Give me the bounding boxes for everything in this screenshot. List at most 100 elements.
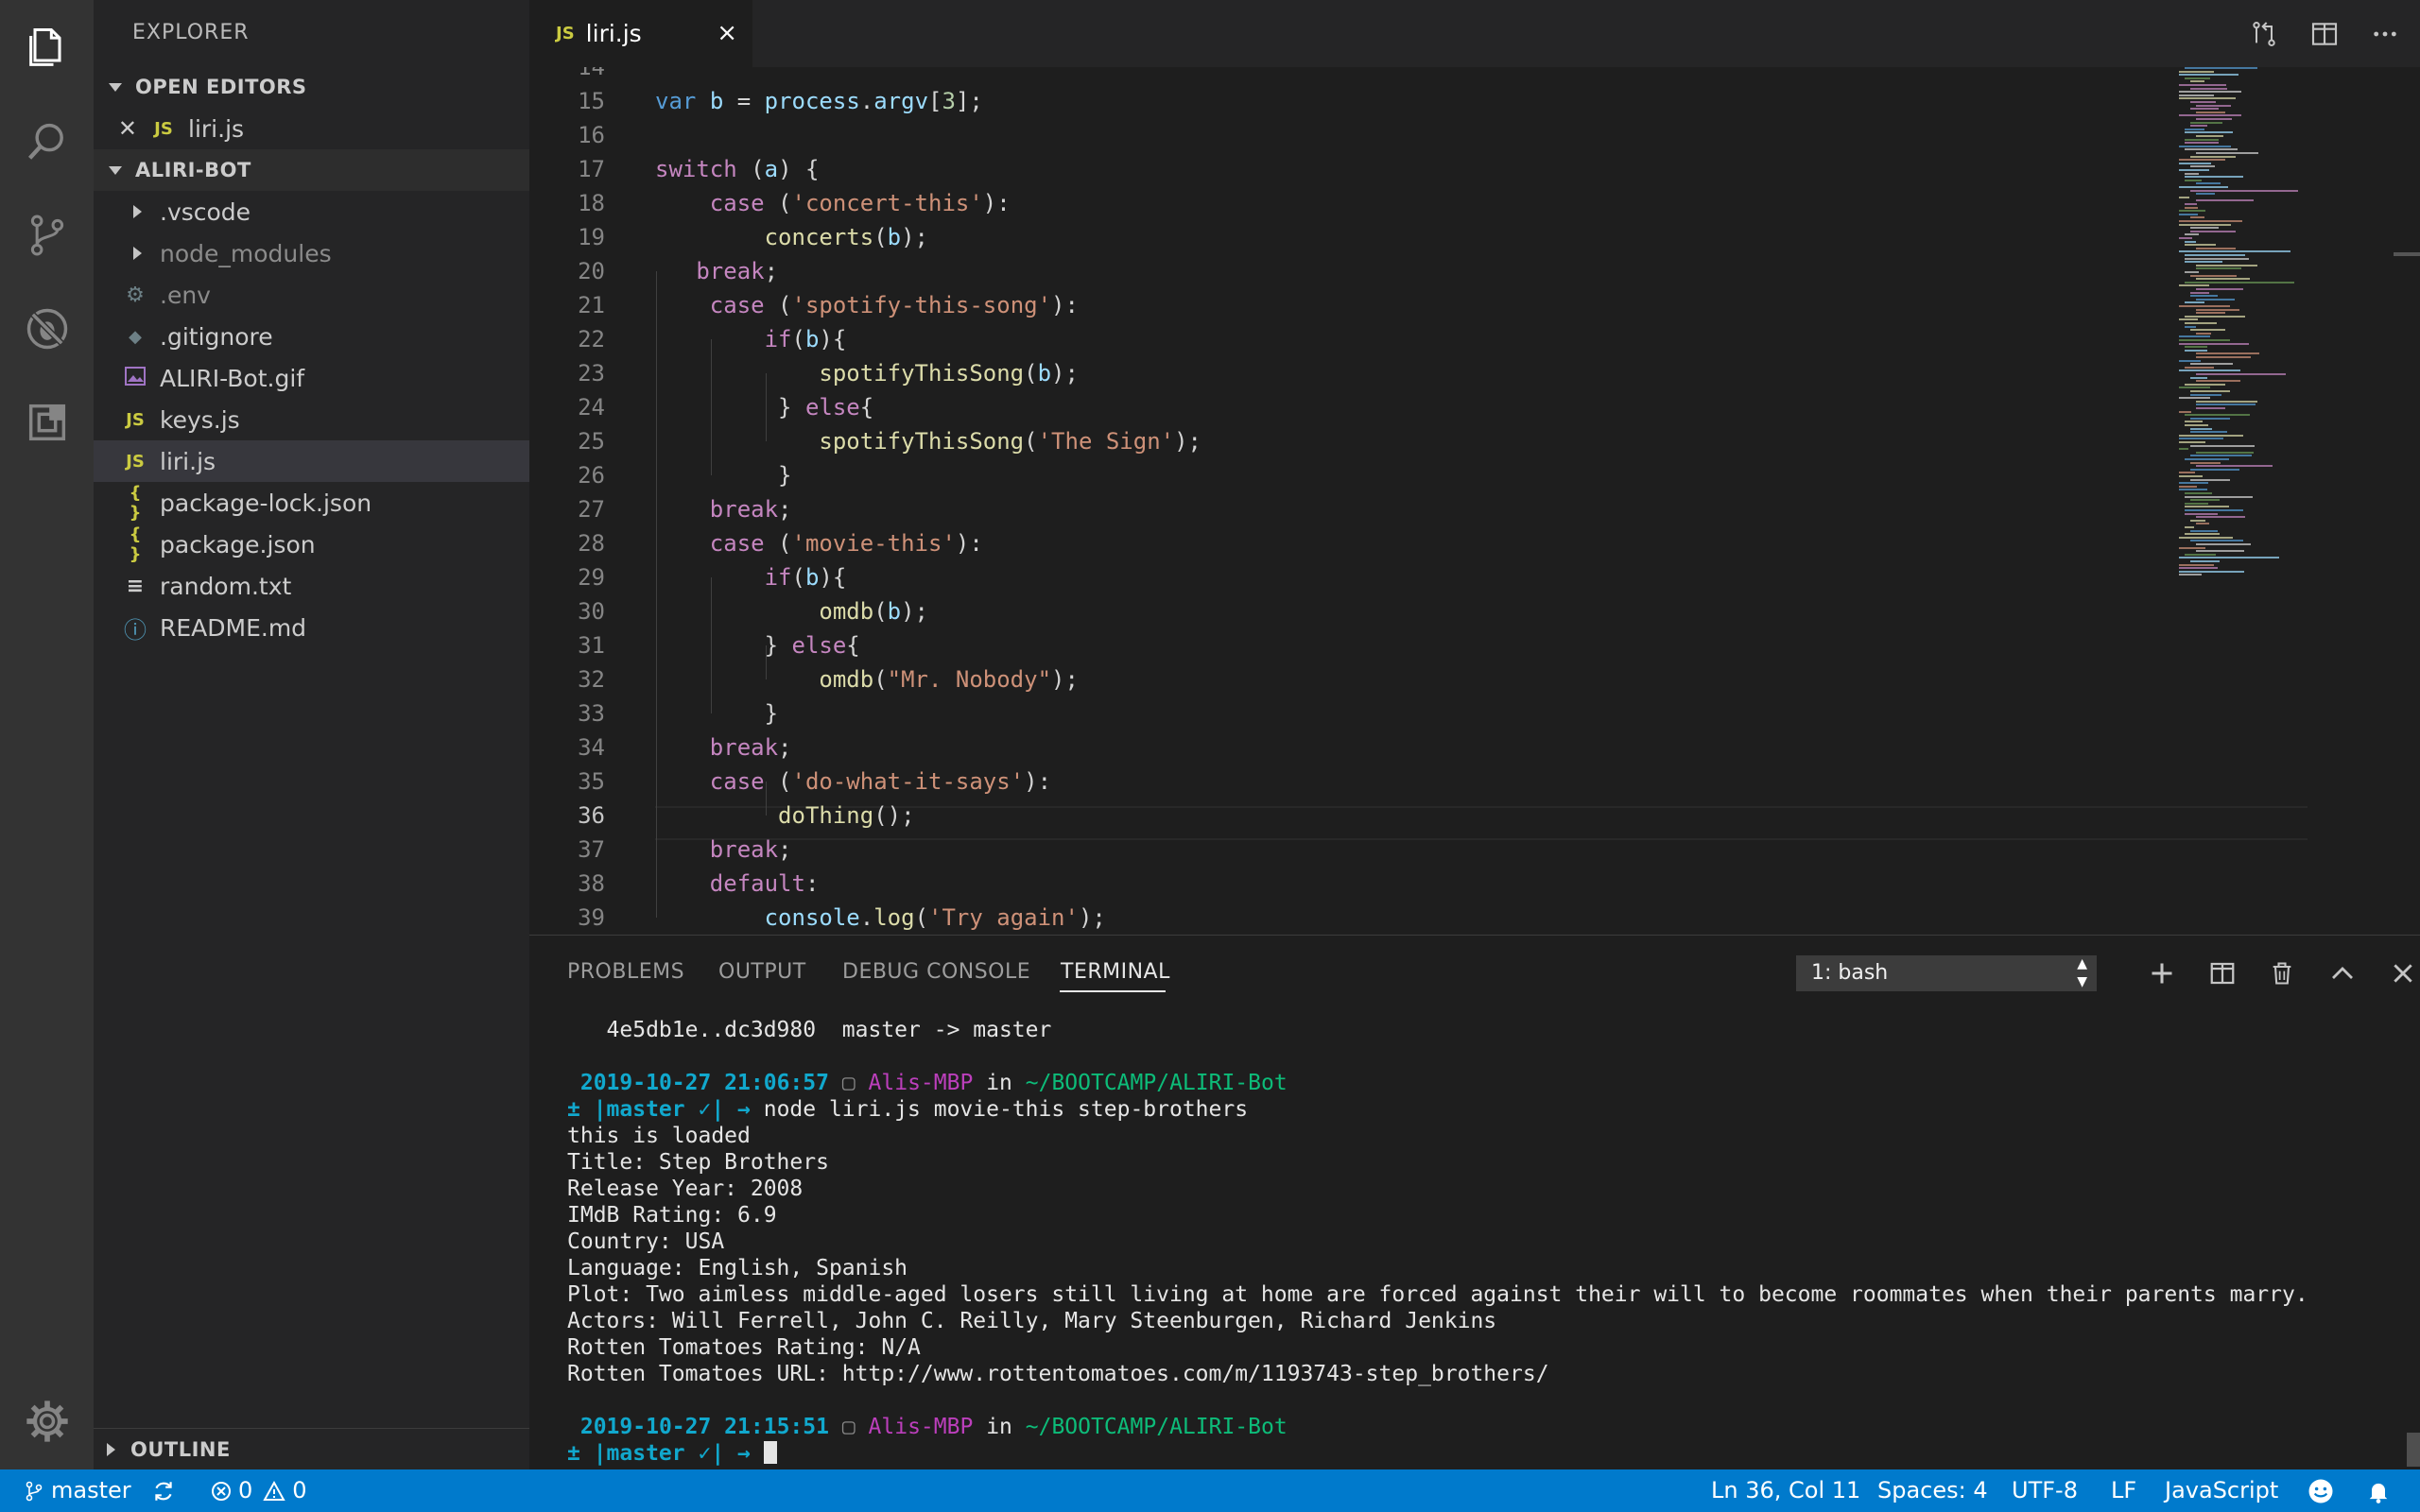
minimap-line xyxy=(2179,169,2209,171)
tree-file-keys-js[interactable]: JS keys.js xyxy=(94,399,529,440)
language-mode[interactable]: JavaScript xyxy=(2165,1469,2278,1512)
code-editor[interactable]: 14 15 16 17 18 19 20 21 22 23 24 25 26 2… xyxy=(529,67,2420,935)
search-icon[interactable] xyxy=(18,112,77,171)
line-number: 23 xyxy=(578,360,605,387)
tree-folder-vscode[interactable]: .vscode xyxy=(94,191,529,232)
minimap-line xyxy=(2179,434,2244,437)
problems-status[interactable]: 0 0 xyxy=(210,1469,307,1512)
line-number: 18 xyxy=(578,190,605,216)
terminal-output: Rotten Tomatoes Rating: N/A xyxy=(567,1335,921,1360)
minimap-line xyxy=(2190,468,2240,471)
terminal-select[interactable]: 1: bash ▲ ▼ xyxy=(1796,955,2097,991)
trash-icon[interactable] xyxy=(2261,953,2303,994)
code-line: } xyxy=(655,700,779,727)
source-control-icon[interactable] xyxy=(18,206,77,265)
tab-liri-js[interactable]: JS liri.js × xyxy=(529,0,752,67)
minimap-line xyxy=(2179,570,2244,573)
tree-item-label: ALIRI-Bot.gif xyxy=(160,364,305,392)
tree-file-env[interactable]: ⚙ .env xyxy=(94,274,529,316)
tree-file-gif[interactable]: ALIRI-Bot.gif xyxy=(94,357,529,399)
notifications-bell-icon[interactable] xyxy=(2365,1469,2392,1512)
minimap-line xyxy=(2196,516,2245,519)
terminal-output: Plot: Two aimless middle-aged losers sti… xyxy=(567,1282,2308,1307)
tab-label: liri.js xyxy=(585,20,642,47)
minimap-line xyxy=(2190,216,2205,219)
eol-status[interactable]: LF xyxy=(2111,1469,2136,1512)
terminal-output: Actors: Will Ferrell, John C. Reilly, Ma… xyxy=(567,1309,1497,1333)
minimap[interactable] xyxy=(2179,67,2359,596)
terminal-output: IMdB Rating: 6.9 xyxy=(567,1203,777,1228)
outline-header[interactable]: OUTLINE xyxy=(94,1428,529,1469)
open-editor-item[interactable]: ✕ JS liri.js xyxy=(94,108,529,149)
git-diamond-icon: ◆ xyxy=(129,326,142,347)
open-editors-header[interactable]: OPEN EDITORS xyxy=(94,66,529,108)
scroll-indicator[interactable] xyxy=(2394,252,2420,256)
minimap-line xyxy=(2190,227,2220,230)
terminal-input-line[interactable]: ± |master ✓| → xyxy=(567,1440,777,1467)
project-header[interactable]: ALIRI-BOT xyxy=(94,149,529,191)
maximize-panel-icon[interactable] xyxy=(2322,953,2363,994)
cursor-position[interactable]: Ln 36, Col 11 xyxy=(1711,1469,1860,1512)
sync-icon[interactable] xyxy=(151,1469,176,1512)
tree-folder-node-modules[interactable]: node_modules xyxy=(94,232,529,274)
minimap-line xyxy=(2196,380,2240,383)
minimap-line xyxy=(2185,172,2200,175)
minimap-line xyxy=(2196,523,2209,525)
close-tab-icon[interactable]: × xyxy=(717,19,737,47)
debug-icon[interactable] xyxy=(18,300,77,358)
minimap-line xyxy=(2190,291,2210,294)
more-actions-icon[interactable] xyxy=(2366,15,2404,53)
code-line: spotifyThisSong('The Sign'); xyxy=(819,428,1201,455)
gear-icon[interactable] xyxy=(18,1392,77,1451)
minimap-line xyxy=(2185,203,2198,205)
close-panel-icon[interactable] xyxy=(2382,953,2420,994)
tree-item-label: .vscode xyxy=(160,198,251,226)
split-editor-icon[interactable] xyxy=(2306,15,2343,53)
tree-file-readme[interactable]: ⓘ README.md xyxy=(94,607,529,648)
terminal-command-line: ± |master ✓| → node liri.js movie-this s… xyxy=(567,1096,1248,1123)
js-file-icon: JS xyxy=(556,24,575,43)
minimap-line xyxy=(2196,118,2233,120)
minimap-line xyxy=(2196,288,2243,290)
indentation-status[interactable]: Spaces: 4 xyxy=(1877,1469,1988,1512)
minimap-line xyxy=(2179,305,2231,307)
minimap-line xyxy=(2185,254,2246,256)
new-terminal-icon[interactable] xyxy=(2141,953,2183,994)
split-terminal-icon[interactable] xyxy=(2202,953,2243,994)
tab-output[interactable]: OUTPUT xyxy=(718,960,806,984)
open-changes-icon[interactable] xyxy=(2245,15,2283,53)
extensions-icon[interactable] xyxy=(18,393,77,452)
tree-file-package-lock[interactable]: { } package-lock.json xyxy=(94,482,529,524)
minimap-line xyxy=(2185,509,2243,511)
minimap-line xyxy=(2179,574,2203,576)
minimap-line xyxy=(2190,101,2216,103)
minimap-line xyxy=(2185,506,2229,508)
line-number: 14 xyxy=(578,67,605,80)
branch-status[interactable]: master xyxy=(25,1469,131,1512)
tab-terminal[interactable]: TERMINAL xyxy=(1061,960,1170,984)
minimap-line xyxy=(2196,407,2225,409)
minimap-line xyxy=(2185,512,2219,515)
tree-item-label: package.json xyxy=(160,530,316,558)
tree-file-liri-js[interactable]: JS liri.js xyxy=(94,440,529,482)
minimap-line xyxy=(2179,250,2290,253)
tab-debug-console[interactable]: DEBUG CONSOLE xyxy=(842,960,1030,984)
js-file-icon: JS xyxy=(126,409,145,430)
minimap-line xyxy=(2179,97,2237,100)
chevron-down-icon xyxy=(109,165,122,175)
code-line: } else{ xyxy=(655,632,860,659)
line-number: 33 xyxy=(578,700,605,727)
encoding-status[interactable]: UTF-8 xyxy=(2012,1469,2078,1512)
close-icon[interactable]: ✕ xyxy=(94,115,137,142)
tab-problems[interactable]: PROBLEMS xyxy=(567,960,684,984)
prompt-host: Alis-MBP xyxy=(868,1071,974,1095)
tree-file-random-txt[interactable]: ≡ random.txt xyxy=(94,565,529,607)
tree-file-package-json[interactable]: { } package.json xyxy=(94,524,529,565)
minimap-line xyxy=(2179,485,2197,488)
explorer-icon[interactable] xyxy=(18,19,77,77)
feedback-smiley-icon[interactable] xyxy=(2307,1469,2335,1512)
terminal-scrollbar[interactable] xyxy=(2407,1433,2420,1467)
tree-file-gitignore[interactable]: ◆ .gitignore xyxy=(94,316,529,357)
terminal-select-value: 1: bash xyxy=(1811,961,1889,985)
code-line: spotifyThisSong(b); xyxy=(819,360,1079,387)
